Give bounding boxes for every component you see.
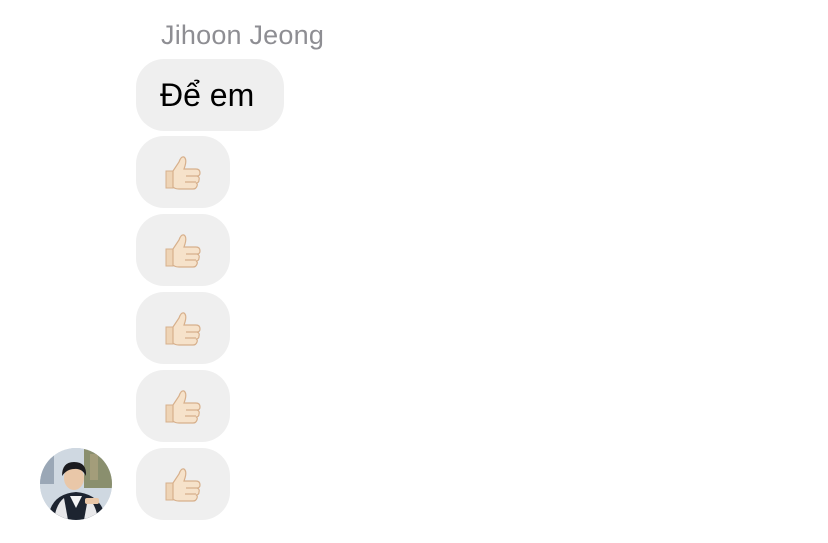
message-bubble-emoji[interactable] [136, 136, 230, 208]
message-thread: Jihoon Jeong Để em [0, 0, 828, 543]
message-bubble-emoji[interactable] [136, 214, 230, 286]
thumbs-up-icon [165, 312, 201, 346]
message-bubble-emoji[interactable] [136, 292, 230, 364]
sender-avatar[interactable] [40, 448, 112, 520]
message-bubble-text[interactable]: Để em [136, 59, 284, 131]
thumbs-up-icon [165, 390, 201, 424]
message-bubble-emoji[interactable] [136, 370, 230, 442]
thumbs-up-icon [165, 468, 201, 502]
avatar-photo-icon [40, 448, 112, 520]
sender-name: Jihoon Jeong [161, 20, 325, 50]
thumbs-up-icon [165, 156, 201, 190]
message-bubble-emoji[interactable] [136, 448, 230, 520]
message-text: Để em [160, 76, 255, 113]
thumbs-up-icon [165, 234, 201, 268]
